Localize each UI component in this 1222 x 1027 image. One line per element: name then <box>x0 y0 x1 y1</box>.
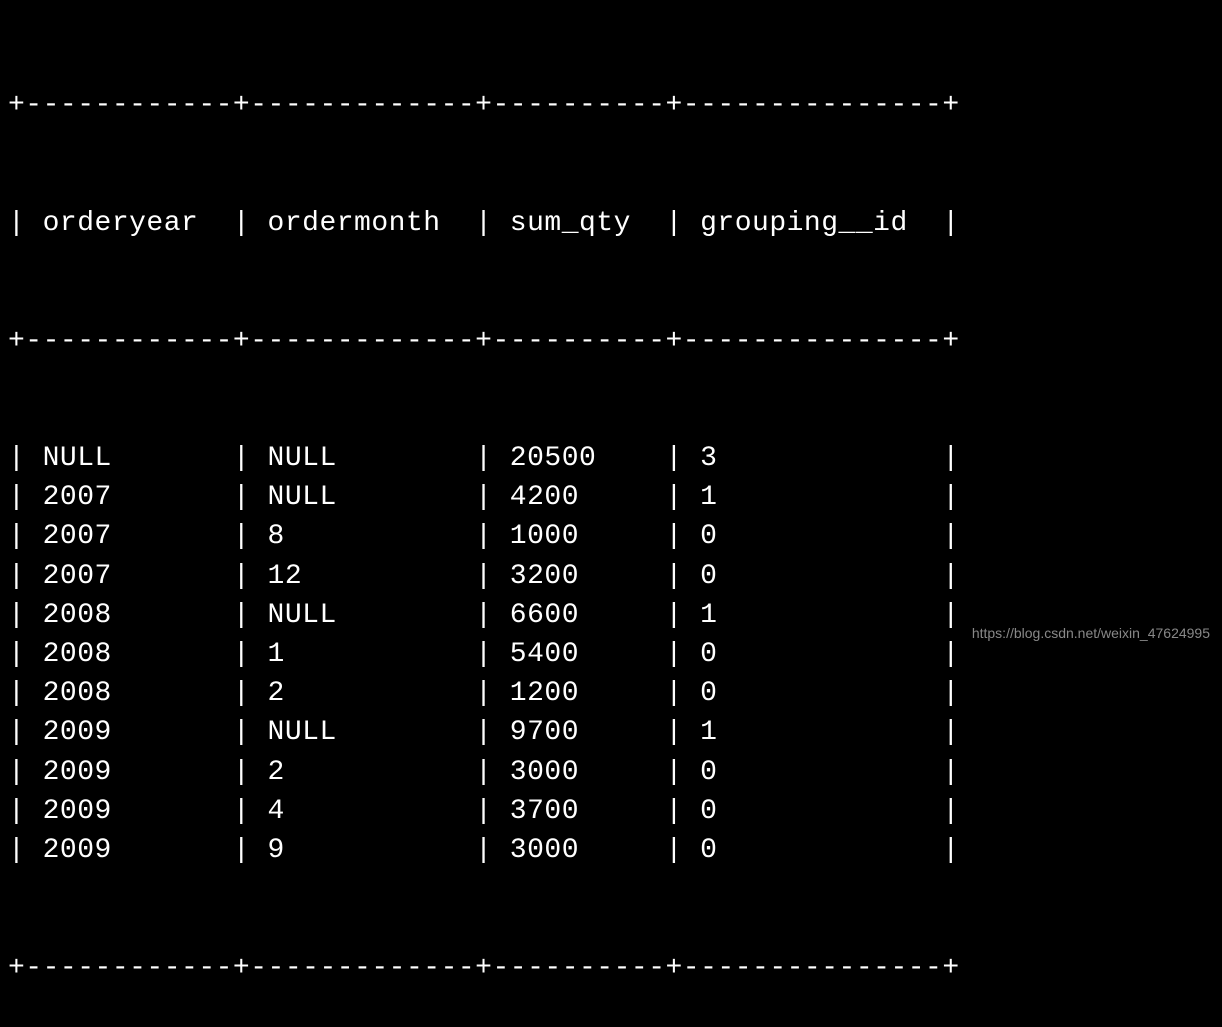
table-row: | 2008 | 2 | 1200 | 0 | <box>8 674 1214 713</box>
table-row: | 2007 | 12 | 3200 | 0 | <box>8 557 1214 596</box>
table-row: | 2009 | 2 | 3000 | 0 | <box>8 753 1214 792</box>
table-row: | 2009 | NULL | 9700 | 1 | <box>8 713 1214 752</box>
table-separator-top: +------------+-------------+----------+-… <box>8 86 1214 125</box>
table-row: | 2009 | 9 | 3000 | 0 | <box>8 831 1214 870</box>
table-header-row: | orderyear | ordermonth | sum_qty | gro… <box>8 204 1214 243</box>
watermark-text: https://blog.csdn.net/weixin_47624995 <box>972 624 1210 644</box>
table-row: | 2007 | 8 | 1000 | 0 | <box>8 517 1214 556</box>
ascii-table: +------------+-------------+----------+-… <box>8 8 1214 1027</box>
table-row: | 2007 | NULL | 4200 | 1 | <box>8 478 1214 517</box>
table-row: | 2009 | 4 | 3700 | 0 | <box>8 792 1214 831</box>
table-separator-bottom: +------------+-------------+----------+-… <box>8 949 1214 988</box>
table-separator-mid: +------------+-------------+----------+-… <box>8 322 1214 361</box>
table-row: | NULL | NULL | 20500 | 3 | <box>8 439 1214 478</box>
